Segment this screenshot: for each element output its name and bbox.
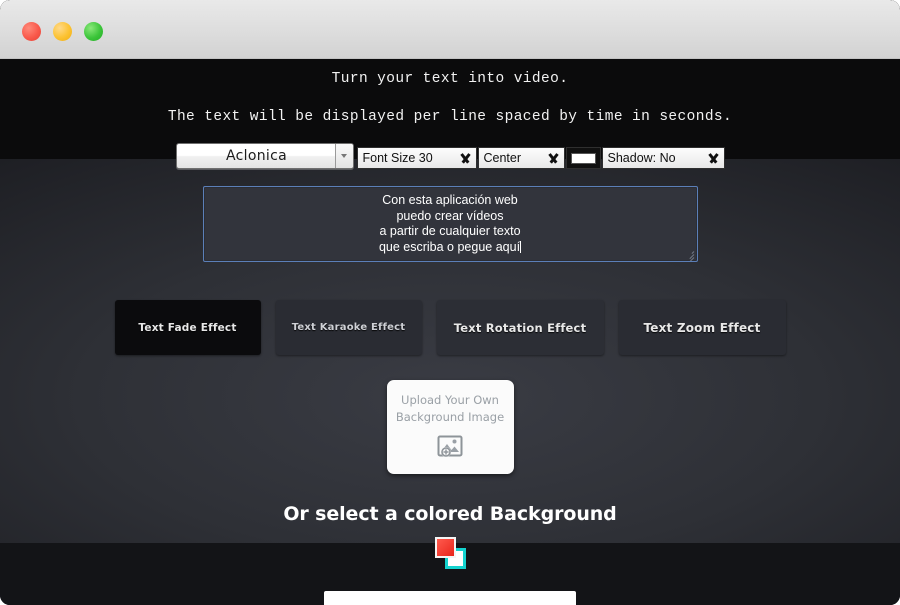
effect-label: Text Fade Effect [138, 321, 237, 334]
text-color-swatch [570, 152, 596, 164]
image-plus-icon [437, 435, 463, 462]
text-shadow-select[interactable]: Shadow: No [601, 147, 725, 169]
app-window: Turn your text into video. The text will… [0, 0, 900, 605]
font-size-value: Font Size 30 [362, 151, 433, 165]
effect-label: Text Zoom Effect [643, 320, 761, 335]
intro-headings: Turn your text into video. The text will… [0, 59, 900, 127]
window-controls [22, 22, 103, 41]
upload-background-image-button[interactable]: Upload Your Own Background Image [386, 380, 514, 474]
close-button[interactable] [22, 22, 41, 41]
minimize-button[interactable] [53, 22, 72, 41]
generate-video-button[interactable] [324, 591, 576, 605]
color-picker-area [0, 537, 900, 570]
color-swatch-primary-icon [435, 537, 456, 558]
text-alignment-value: Center [483, 151, 522, 165]
font-size-select[interactable]: Font Size 30 [356, 147, 477, 169]
app-content: Turn your text into video. The text will… [0, 59, 900, 605]
effect-label: Text Karaoke Effect [291, 322, 406, 333]
editor-line: Con esta aplicación web [382, 193, 518, 207]
background-color-picker[interactable] [433, 537, 467, 570]
effect-button-rotation[interactable]: Text Rotation Effect [436, 300, 604, 355]
chevron-down-icon [334, 144, 353, 168]
chevron-down-icon [707, 154, 720, 163]
resize-handle-icon[interactable] [683, 248, 695, 261]
editor-line-with-caret: que escriba o pegue aquí [378, 239, 522, 254]
submit-area [0, 591, 900, 605]
effect-label: Text Rotation Effect [453, 320, 587, 335]
editor-line: a partir de cualquier texto [379, 224, 521, 238]
font-family-select[interactable]: Aclonica [175, 143, 354, 169]
text-color-picker[interactable] [565, 147, 601, 169]
text-shadow-value: Shadow: No [607, 151, 676, 165]
chevron-down-icon [459, 154, 472, 163]
upload-label-line1: Upload Your Own [401, 393, 499, 407]
editor-area: Con esta aplicación web puedo crear víde… [0, 186, 900, 262]
page-title: Turn your text into video. [331, 71, 569, 87]
effect-button-karaoke[interactable]: Text Karaoke Effect [275, 300, 422, 355]
upload-area: Upload Your Own Background Image [0, 380, 900, 474]
page-subtitle: The text will be displayed per line spac… [167, 109, 733, 125]
chevron-down-icon [547, 154, 560, 163]
upload-label-line2: Background Image [395, 410, 505, 424]
text-alignment-select[interactable]: Center [477, 147, 565, 169]
editor-line: puedo crear vídeos [396, 208, 504, 223]
zoom-button[interactable] [84, 22, 103, 41]
colored-background-title: Or select a colored Background [283, 503, 617, 525]
effect-button-zoom[interactable]: Text Zoom Effect [618, 300, 786, 355]
effect-buttons: Text Fade Effect Text Karaoke Effect Tex… [0, 300, 900, 355]
text-cursor [520, 240, 522, 253]
window-titlebar [0, 0, 900, 59]
text-input[interactable]: Con esta aplicación web puedo crear víde… [202, 186, 698, 262]
text-style-toolbar: Aclonica Font Size 30 Center Shadow: No [0, 141, 900, 175]
font-family-value: Aclonica [226, 148, 287, 164]
effect-button-fade[interactable]: Text Fade Effect [114, 300, 261, 355]
